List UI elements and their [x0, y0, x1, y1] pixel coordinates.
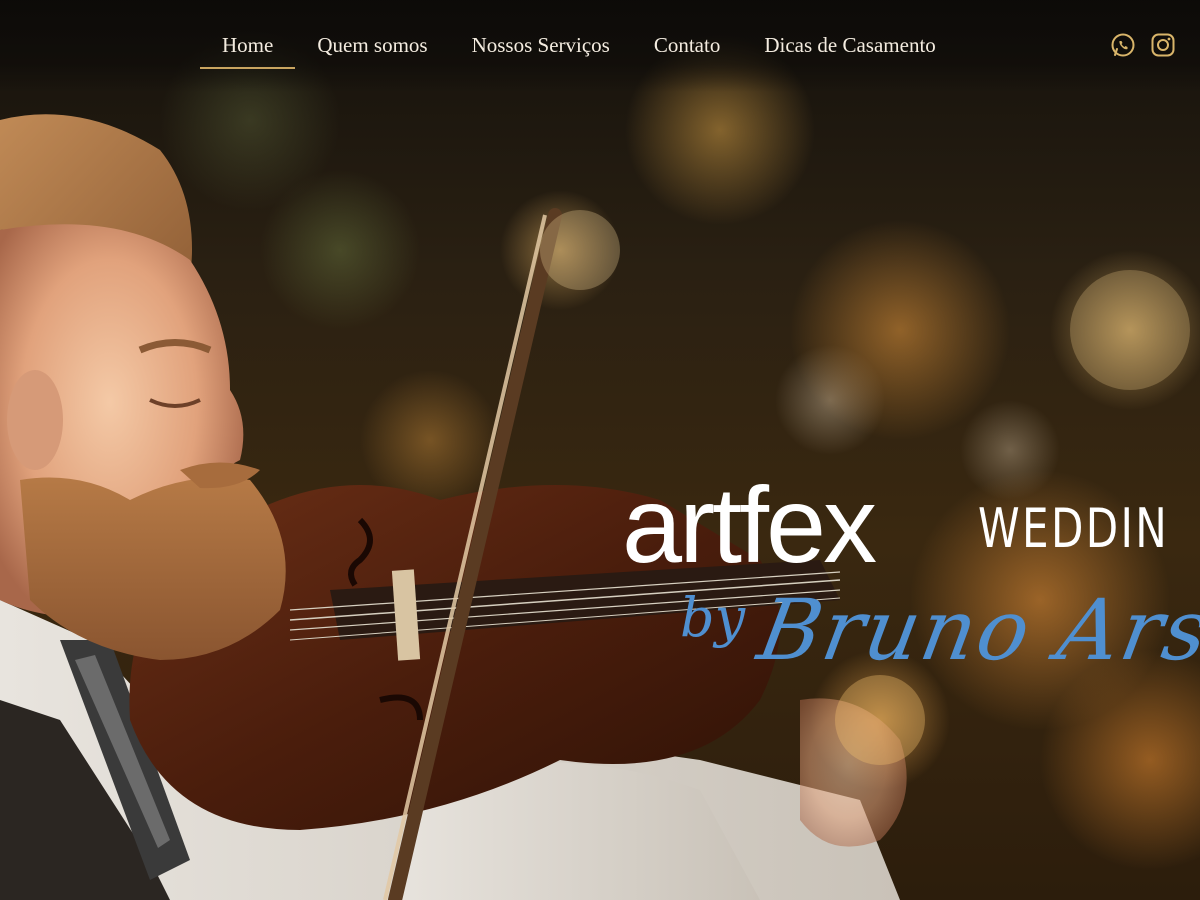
nav-home[interactable]: Home [200, 30, 296, 69]
logo-tagline: WEDDIN [978, 497, 1170, 560]
page: Home Quem somos Nossos Serviços Contato … [0, 0, 1200, 900]
logo-by: by [680, 586, 746, 649]
top-navigation: Home Quem somos Nossos Serviços Contato … [0, 0, 1200, 92]
hero-image-violinist [0, 114, 1190, 900]
whatsapp-icon[interactable] [1110, 32, 1136, 58]
nav-contato[interactable]: Contato [632, 30, 743, 60]
logo-brand: artfex [622, 464, 877, 585]
logo-signature: Bruno Arsky [751, 581, 1200, 679]
nav-quem-somos[interactable]: Quem somos [295, 30, 449, 60]
main-menu: Home Quem somos Nossos Serviços Contato … [200, 30, 958, 69]
instagram-icon[interactable] [1150, 32, 1176, 58]
nav-dicas-de-casamento[interactable]: Dicas de Casamento [742, 30, 957, 60]
nav-nossos-servicos[interactable]: Nossos Serviços [450, 30, 632, 60]
